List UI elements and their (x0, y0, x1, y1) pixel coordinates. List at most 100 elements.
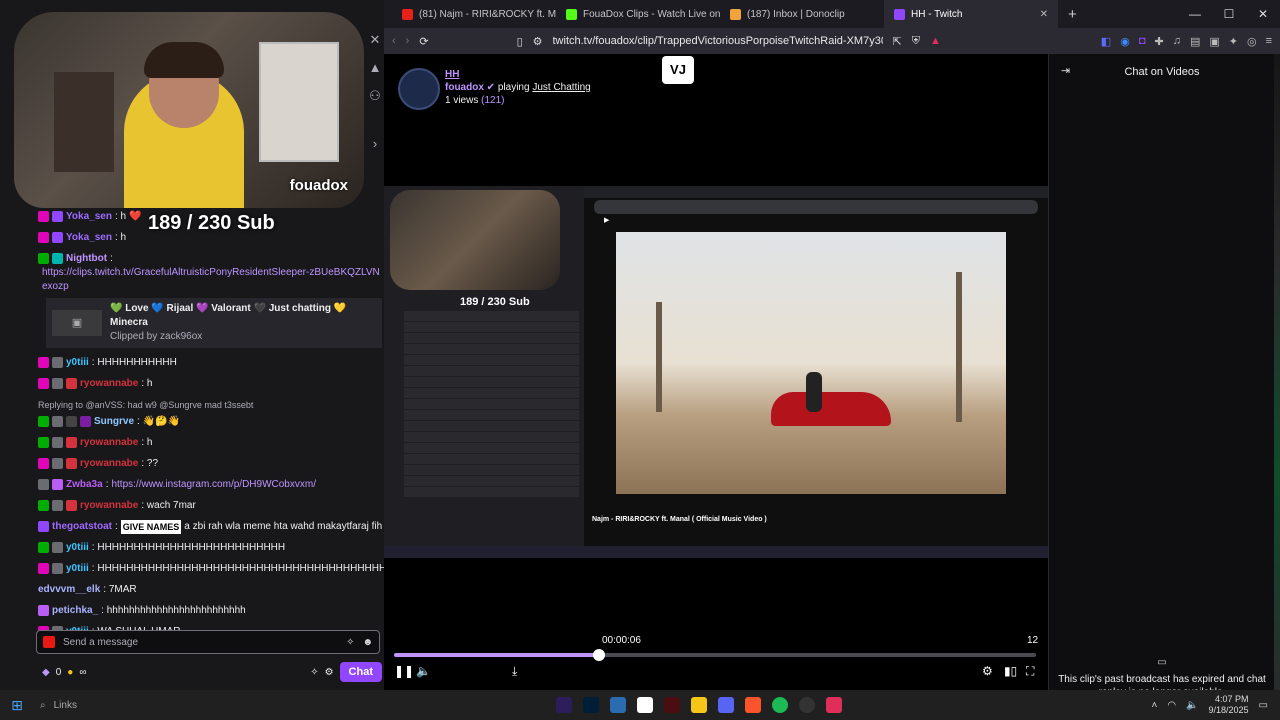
minimize-icon[interactable]: — (1178, 7, 1212, 21)
chat-username[interactable]: y0tiii (66, 562, 89, 576)
extension-icon[interactable]: ◘ (1139, 35, 1146, 48)
extension-icon[interactable]: ◧ (1101, 35, 1111, 48)
download-icon[interactable]: ⤓ (512, 664, 517, 679)
close-icon[interactable]: ✕ (366, 32, 384, 60)
capcut-icon[interactable] (637, 697, 653, 713)
bookmark-icon[interactable]: ▯ (517, 35, 523, 48)
spotify-icon[interactable] (772, 697, 788, 713)
chat-username[interactable]: ryowannabe (80, 457, 138, 471)
chat-link[interactable]: https://www.instagram.com/p/DH9WCobxvxm/ (111, 478, 316, 492)
clock[interactable]: 4:07 PM 9/18/2025 (1209, 694, 1249, 716)
share-icon[interactable]: ⇱ (893, 35, 902, 48)
chat-username[interactable]: Yoka_sen (66, 210, 112, 224)
chat-username[interactable]: thegoatstoat (52, 520, 112, 534)
chat-username[interactable]: petichka_ (52, 604, 98, 618)
chat-username[interactable]: ryowannabe (80, 436, 138, 450)
puzzle-icon[interactable]: ✚ (1154, 35, 1163, 48)
ai-icon[interactable]: ✦ (1229, 35, 1238, 48)
folder-icon[interactable] (691, 697, 707, 713)
wallet-icon[interactable]: ▣ (1209, 35, 1219, 48)
tab-kick[interactable]: FouaDox Clips - Watch Live on Kick (556, 0, 720, 28)
chat-username[interactable]: Zwba3a (66, 478, 103, 492)
wand-icon[interactable]: ✧ (310, 667, 318, 678)
clip-title[interactable]: HH (445, 68, 591, 81)
settings-icon[interactable]: ⚙ (982, 664, 993, 678)
media-icon[interactable]: ♫ (1173, 35, 1181, 48)
pause-icon[interactable]: ❚❚ (394, 664, 414, 678)
chat-link[interactable]: https://clips.twitch.tv/GracefulAltruist… (42, 266, 382, 294)
app-logo-button[interactable]: VJ (662, 56, 694, 84)
game-link[interactable]: Just Chatting (532, 82, 590, 93)
url-field[interactable]: twitch.tv/fouadox/clip/TrappedVictorious… (553, 35, 883, 47)
maximize-icon[interactable]: ☐ (1212, 7, 1246, 21)
tab-youtube[interactable]: (81) Najm - RIRI&ROCKY ft. Man (392, 0, 556, 28)
vpn-icon[interactable]: ◎ (1247, 35, 1257, 48)
chat-send-button[interactable]: Chat (339, 662, 382, 682)
discord-icon[interactable] (718, 697, 734, 713)
video-player[interactable]: 189 / 230 Sub ▶ Najm - RIRI&ROCKY ft. Ma… (384, 186, 1048, 558)
tab-donoclip[interactable]: (187) Inbox | Donoclip (720, 0, 884, 28)
chat-username[interactable]: Nightbot (66, 252, 107, 266)
reply-context[interactable]: Replying to @anVSS: had w9 @Sungrve mad … (38, 398, 382, 412)
chat-username[interactable]: ryowannabe (80, 499, 138, 513)
fullscreen-icon[interactable]: ⛶ (1026, 664, 1034, 679)
channel-avatar[interactable] (398, 68, 440, 110)
seek-handle[interactable] (593, 649, 606, 661)
davinci-icon[interactable] (664, 697, 680, 713)
volume-icon[interactable]: 🔈 (416, 664, 431, 678)
sidebar-icon[interactable]: ▤ (1190, 35, 1200, 48)
wifi-icon[interactable]: ◠ (1167, 700, 1176, 711)
back-icon[interactable]: ‹ (392, 35, 396, 47)
obs-icon[interactable] (799, 697, 815, 713)
users-icon[interactable]: ⚇ (366, 88, 384, 116)
forward-icon[interactable]: › (406, 35, 410, 47)
sub-badge-icon (52, 542, 63, 553)
taskbar-search[interactable]: ⌕ Links (40, 700, 260, 711)
chat-username[interactable]: Yoka_sen (66, 231, 112, 245)
scrollbar[interactable] (1274, 54, 1280, 690)
screen: fouadox ✕ ▲ ⚇ › 189 / 230 Sub Yoka_sen :… (0, 0, 1280, 720)
emote-icon[interactable]: ☻ (362, 637, 373, 648)
video-webcam (390, 190, 560, 290)
reload-icon[interactable]: ⟳ (419, 35, 428, 48)
chat-input[interactable]: Send a message ✧ ☻ (36, 630, 380, 654)
clip-embed-card[interactable]: ▣ 💚 Love 💙 Rijaal 💜 Valorant 🖤 Just chat… (46, 298, 382, 348)
chat-username[interactable]: ryowannabe (80, 377, 138, 391)
mod-badge-icon (38, 500, 49, 511)
close-window-icon[interactable]: ✕ (1246, 7, 1280, 21)
video-youtube-window: ▶ Najm - RIRI&ROCKY ft. Manal ( Official… (584, 186, 1048, 546)
magic-wand-icon[interactable]: ✧ (346, 637, 354, 648)
tab-twitch[interactable]: HH - Twitch ✕ (884, 0, 1058, 28)
app-icon[interactable] (826, 697, 842, 713)
photoshop-icon[interactable] (583, 697, 599, 713)
menu-icon[interactable]: ≡ (1266, 35, 1272, 48)
premiere-icon[interactable] (556, 697, 572, 713)
chat-username[interactable]: Sungrve (94, 415, 134, 429)
vip-badge-icon (38, 563, 49, 574)
chat-username[interactable]: y0tiii (66, 356, 89, 370)
clip-embed-author: Clipped by zack96ox (109, 331, 203, 342)
site-info-icon[interactable]: ⚙ (533, 35, 543, 48)
rewards-icon[interactable]: ▲ (930, 35, 941, 47)
alert-icon[interactable]: ▲ (366, 60, 384, 88)
notification-icon[interactable]: ▭ (1259, 700, 1268, 711)
shield-icon[interactable]: ⛨ (912, 35, 920, 48)
sub-badge-icon (38, 479, 49, 490)
speaker-icon[interactable]: 🔈 (1186, 700, 1198, 711)
extension-icon[interactable]: ◉ (1120, 35, 1130, 48)
chevron-up-icon[interactable]: ˄ (1151, 700, 1157, 711)
chevron-right-icon[interactable]: › (366, 136, 384, 164)
chat-username[interactable]: y0tiii (66, 541, 89, 555)
app-icon[interactable] (610, 697, 626, 713)
start-icon[interactable]: ⊞ (0, 697, 34, 714)
seek-bar[interactable] (394, 649, 1036, 661)
channel-name[interactable]: fouadox (445, 82, 484, 93)
close-tab-icon[interactable]: ✕ (1040, 9, 1048, 20)
brave-icon[interactable] (745, 697, 761, 713)
sub-badge-icon (38, 521, 49, 532)
settings-icon[interactable]: ⚙ (325, 667, 334, 678)
chat-username[interactable]: edvvvm__elk (38, 583, 100, 597)
theatre-mode-icon[interactable]: ▮▯ (1004, 664, 1017, 678)
new-tab-button[interactable]: + (1058, 6, 1087, 23)
channel-points-icon[interactable]: ◆ (42, 667, 50, 678)
